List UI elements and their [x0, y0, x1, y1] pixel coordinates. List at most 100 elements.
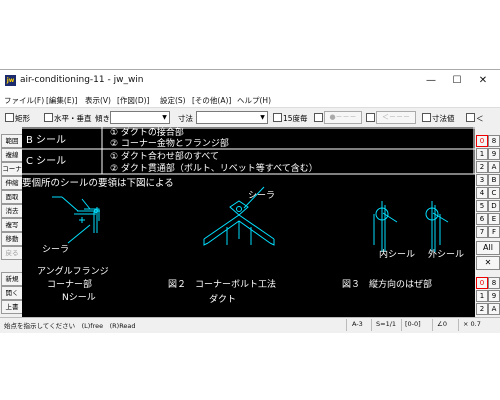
dimval-checkbox[interactable]	[422, 113, 431, 122]
row-c-label: C シール	[26, 156, 66, 167]
tool-open-button[interactable]: 開く	[1, 286, 23, 300]
layer-group-7-button[interactable]: 7	[476, 226, 488, 238]
degree-checkbox[interactable]	[273, 113, 282, 122]
angle-flange-figure	[52, 196, 100, 244]
outer-seal-label: 外シール	[428, 248, 464, 260]
row-b-item2: ② コーナー金物とフランジ部	[110, 137, 229, 149]
layer-2-button[interactable]: 2	[476, 303, 488, 315]
status-divider	[432, 319, 433, 331]
horizvert-checkbox[interactable]	[44, 113, 53, 122]
zoom-readout[interactable]: × 0.7	[463, 320, 481, 328]
dots-checkbox[interactable]	[314, 113, 323, 122]
row-c-item1: ① ダクト合わせ部のすべて	[110, 150, 219, 162]
all-layers-button[interactable]: All	[476, 241, 500, 255]
longitudinal-seam-figure	[373, 201, 449, 252]
layer-group-e-button[interactable]: E	[488, 213, 500, 225]
menu-settings[interactable]: 設定(S)	[160, 95, 186, 106]
arrow-checkbox[interactable]	[366, 113, 375, 122]
layer-1-button[interactable]: 1	[476, 290, 488, 302]
layer-group-a-button[interactable]: A	[488, 161, 500, 173]
minimize-button[interactable]: —	[420, 73, 442, 89]
status-divider	[346, 319, 347, 331]
lt-label: ＜	[476, 114, 484, 123]
tool-chamfer-button[interactable]: 面取	[1, 190, 23, 204]
drawing-canvas[interactable]: B シール ① ダクトの接合部 ② コーナー金物とフランジ部 C シール ① ダ…	[22, 127, 475, 317]
dots-button[interactable]: ●－－－	[324, 111, 362, 124]
app-window: jw air-conditioning-11 - jw_win — ☐ ✕ ファ…	[0, 69, 500, 333]
toolbar: 矩形 水平・垂直 傾き ▼ 寸法 ▼ 15度毎 ●－－－ ＜－－－ 寸法値 ＜	[0, 107, 500, 128]
angle-flange-label: アングルフランジ	[37, 265, 109, 277]
layer-group-9-button[interactable]: 9	[488, 148, 500, 160]
lt-checkbox[interactable]	[466, 113, 475, 122]
angle-readout[interactable]: ∠0	[437, 320, 447, 328]
layer-group-5-button[interactable]: 5	[476, 200, 488, 212]
layer-group-1-button[interactable]: 1	[476, 148, 488, 160]
left-tool-panel: 範囲 複線 コーナー 伸縮 面取 消去 複写 移動 戻る 新規 開く 上書	[0, 127, 23, 317]
tool-undo-button[interactable]: 戻る	[1, 246, 23, 260]
chevron-down-icon[interactable]: ▼	[160, 112, 169, 123]
layer-group-8-button[interactable]: 8	[488, 135, 500, 147]
status-prompt: 始点を指示してください (L)free (R)Read	[4, 322, 136, 330]
tool-erase-button[interactable]: 消去	[1, 204, 23, 218]
tool-stretch-button[interactable]: 伸縮	[1, 176, 23, 190]
maximize-button[interactable]: ☐	[446, 73, 468, 89]
rect-checkbox[interactable]	[5, 113, 14, 122]
layer-group-b-button[interactable]: B	[488, 174, 500, 186]
layer-group-c-button[interactable]: C	[488, 187, 500, 199]
dim-combo[interactable]: ▼	[196, 111, 268, 124]
degree-label: 15度毎	[283, 114, 308, 123]
horizvert-label: 水平・垂直	[54, 114, 92, 123]
paper-size[interactable]: A-3	[352, 320, 363, 328]
fig2-caption: 図２ コーナーボルト工法	[168, 278, 276, 290]
duct-label: ダクト	[209, 293, 236, 305]
inner-seal-label: 内シール	[379, 248, 415, 260]
menu-bar: ファイル(F) [編集(E)] 表示(V) [作図(D)] 設定(S) [その他…	[0, 93, 500, 107]
corner-part-label: コーナー部	[47, 278, 92, 290]
seal-heading: 要個所のシールの要領は下図による	[22, 177, 174, 189]
layer-0-button[interactable]: 0	[476, 277, 488, 289]
layer-8-button[interactable]: 8	[488, 277, 500, 289]
layer-group-f-button[interactable]: F	[488, 226, 500, 238]
jw-app-icon: jw	[5, 75, 16, 86]
layer-readout[interactable]: [0-0]	[405, 320, 421, 328]
row-b-item1: ① ダクトの接合部	[110, 127, 184, 138]
menu-edit[interactable]: [編集(E)]	[46, 95, 77, 106]
layer-group-0-button[interactable]: 0	[476, 135, 488, 147]
rect-label: 矩形	[15, 114, 30, 123]
arrow-button[interactable]: ＜－－－	[376, 111, 416, 124]
layer-group-3-button[interactable]: 3	[476, 174, 488, 186]
layer-group-d-button[interactable]: D	[488, 200, 500, 212]
tool-parallel-button[interactable]: 複線	[1, 148, 23, 162]
layer-group-6-button[interactable]: 6	[476, 213, 488, 225]
status-bar: 始点を指示してください (L)free (R)Read A-3 S=1/1 [0…	[0, 317, 500, 332]
title-bar[interactable]: jw air-conditioning-11 - jw_win — ☐ ✕	[0, 70, 500, 93]
close-button[interactable]: ✕	[472, 73, 494, 89]
scale-readout[interactable]: S=1/1	[376, 320, 396, 328]
menu-file[interactable]: ファイル(F)	[4, 95, 44, 106]
status-divider	[458, 319, 459, 331]
tool-range-button[interactable]: 範囲	[1, 134, 23, 148]
row-c-item2: ② ダクト貫通部（ボルト、リベット等すべて含む）	[110, 162, 318, 174]
right-layer-panel: 0 8 1 9 2 A 3 B 4 C 5 D 6 E 7 F All ✕ 0 …	[475, 127, 500, 317]
chevron-down-icon[interactable]: ▼	[258, 112, 267, 123]
menu-draw[interactable]: [作図(D)]	[117, 95, 149, 106]
layer-a-button[interactable]: A	[488, 303, 500, 315]
status-divider	[401, 319, 402, 331]
tool-move-button[interactable]: 移動	[1, 232, 23, 246]
menu-view[interactable]: 表示(V)	[85, 95, 111, 106]
drawing-svg[interactable]: B シール ① ダクトの接合部 ② コーナー金物とフランジ部 C シール ① ダ…	[22, 127, 475, 317]
menu-help[interactable]: ヘルプ(H)	[237, 95, 271, 106]
slope-label: 傾き	[95, 114, 110, 123]
dim-label: 寸法	[178, 114, 193, 123]
layer-9-button[interactable]: 9	[488, 290, 500, 302]
close-icon[interactable]: ✕	[476, 256, 500, 270]
layer-group-4-button[interactable]: 4	[476, 187, 488, 199]
tool-copy-button[interactable]: 複写	[1, 218, 23, 232]
layer-group-2-button[interactable]: 2	[476, 161, 488, 173]
tool-overwrite-button[interactable]: 上書	[1, 300, 23, 314]
tool-new-button[interactable]: 新規	[1, 272, 23, 286]
fig3-caption: 図３ 縦方向のはぜ部	[342, 278, 432, 290]
menu-other[interactable]: [その他(A)]	[192, 95, 231, 106]
slope-combo[interactable]: ▼	[110, 111, 170, 124]
tool-corner-button[interactable]: コーナー	[1, 162, 23, 185]
